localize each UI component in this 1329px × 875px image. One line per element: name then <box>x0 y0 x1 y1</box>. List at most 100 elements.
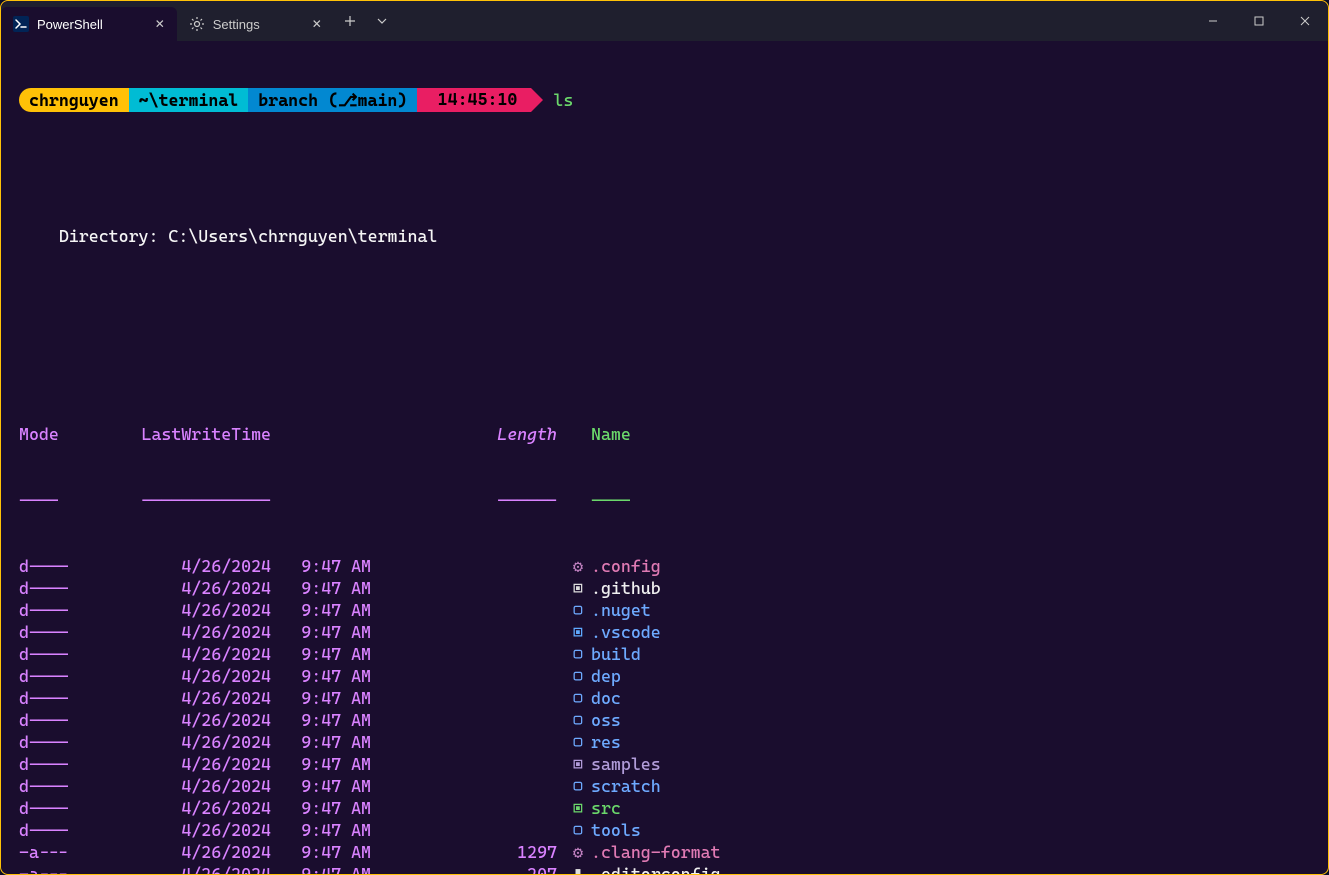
file-length: 207 <box>385 863 565 874</box>
file-mode: d---- <box>19 709 71 731</box>
file-name: .config <box>591 555 661 577</box>
listing-rows: d----4/26/20249:47 AM⚙.configd----4/26/2… <box>1 555 1328 874</box>
prompt-user: chrnguyen <box>19 88 129 112</box>
file-time: 9:47 AM <box>271 819 385 841</box>
file-length <box>385 599 565 621</box>
list-item: d----4/26/20249:47 AM▢build <box>1 643 1328 665</box>
file-mode: d---- <box>19 753 71 775</box>
list-item: d----4/26/20249:47 AM▢oss <box>1 709 1328 731</box>
minimize-button[interactable] <box>1190 5 1236 37</box>
file-name: src <box>591 797 621 819</box>
close-icon[interactable]: ✕ <box>151 15 169 33</box>
file-mode: d---- <box>19 731 71 753</box>
titlebar: PowerShell ✕ Settings ✕ <box>1 1 1328 41</box>
file-time: 9:47 AM <box>271 797 385 819</box>
tab-label: PowerShell <box>37 17 103 32</box>
file-date: 4/26/2024 <box>71 555 271 577</box>
file-type-icon: ▢ <box>565 665 591 687</box>
file-name: tools <box>591 819 641 841</box>
file-mode: d---- <box>19 775 71 797</box>
file-length <box>385 621 565 643</box>
close-window-button[interactable] <box>1282 5 1328 37</box>
file-type-icon: ▣ <box>565 797 591 819</box>
list-item: d----4/26/20249:47 AM▢tools <box>1 819 1328 841</box>
file-type-icon: ▣ <box>565 621 591 643</box>
file-date: 4/26/2024 <box>71 665 271 687</box>
file-length <box>385 775 565 797</box>
file-length <box>385 687 565 709</box>
gear-icon <box>189 16 205 32</box>
prompt-arrow-icon <box>531 88 543 112</box>
file-time: 9:47 AM <box>271 555 385 577</box>
list-item: d----4/26/20249:47 AM▣.vscode <box>1 621 1328 643</box>
file-time: 9:47 AM <box>271 687 385 709</box>
file-name: doc <box>591 687 621 709</box>
file-length <box>385 709 565 731</box>
maximize-button[interactable] <box>1236 5 1282 37</box>
file-date: 4/26/2024 <box>71 731 271 753</box>
file-mode: -a--- <box>19 863 71 874</box>
directory-line: Directory: C:\Users\chrnguyen\terminal <box>1 225 1328 247</box>
powershell-icon <box>13 16 29 32</box>
file-date: 4/26/2024 <box>71 621 271 643</box>
list-item: d----4/26/20249:47 AM ▢doc <box>1 687 1328 709</box>
file-mode: d---- <box>19 555 71 577</box>
list-item: d----4/26/20249:47 AM▢res <box>1 731 1328 753</box>
file-type-icon: ▣ <box>565 577 591 599</box>
tab-settings[interactable]: Settings ✕ <box>177 7 334 41</box>
file-name: .github <box>591 577 661 599</box>
tab-powershell[interactable]: PowerShell ✕ <box>1 7 177 41</box>
prompt-line: chrnguyen ~\terminal branch (⎇main) 14:4… <box>1 87 1328 113</box>
command-text: ls <box>553 89 573 111</box>
file-date: 4/26/2024 <box>71 753 271 775</box>
file-mode: d---- <box>19 577 71 599</box>
file-mode: -a--- <box>19 841 71 863</box>
file-time: 9:47 AM <box>271 753 385 775</box>
file-date: 4/26/2024 <box>71 709 271 731</box>
list-item: d----4/26/20249:47 AM▢.nuget <box>1 599 1328 621</box>
file-type-icon: ▢ <box>565 687 591 709</box>
listing-header: ModeLastWriteTimeLengthName <box>1 423 1328 445</box>
file-mode: d---- <box>19 797 71 819</box>
file-time: 9:47 AM <box>271 863 385 874</box>
file-time: 9:47 AM <box>271 599 385 621</box>
prompt-path: ~\terminal <box>129 88 249 112</box>
file-time: 9:47 AM <box>271 775 385 797</box>
list-item: -a---4/26/20249:47 AM1297⚙.clang-format <box>1 841 1328 863</box>
file-time: 9:47 AM <box>271 665 385 687</box>
file-type-icon: ▣ <box>565 753 591 775</box>
file-length: 1297 <box>385 841 565 863</box>
file-length <box>385 665 565 687</box>
terminal-pane[interactable]: chrnguyen ~\terminal branch (⎇main) 14:4… <box>1 41 1328 874</box>
file-mode: d---- <box>19 599 71 621</box>
file-type-icon: ▢ <box>565 819 591 841</box>
file-name: res <box>591 731 621 753</box>
file-type-icon: ⚙ <box>565 841 591 863</box>
file-type-icon: ▢ <box>565 643 591 665</box>
file-name: dep <box>591 665 621 687</box>
list-item: d----4/26/20249:47 AM▣src <box>1 797 1328 819</box>
file-time: 9:47 AM <box>271 577 385 599</box>
tab-label: Settings <box>213 17 260 32</box>
file-length <box>385 753 565 775</box>
file-mode: d---- <box>19 687 71 709</box>
file-name: build <box>591 643 641 665</box>
file-type-icon: ▢ <box>565 775 591 797</box>
list-item: d----4/26/20249:47 AM▢dep <box>1 665 1328 687</box>
file-date: 4/26/2024 <box>71 687 271 709</box>
file-mode: d---- <box>19 819 71 841</box>
list-item: -a---4/26/20249:47 AM207▮.editorconfig <box>1 863 1328 874</box>
file-length <box>385 643 565 665</box>
close-icon[interactable]: ✕ <box>308 15 326 33</box>
file-date: 4/26/2024 <box>71 775 271 797</box>
terminal-window: PowerShell ✕ Settings ✕ <box>0 0 1329 875</box>
file-length <box>385 797 565 819</box>
file-date: 4/26/2024 <box>71 841 271 863</box>
tab-dropdown-button[interactable] <box>366 5 398 37</box>
prompt-time: 14:45:10 <box>417 88 531 112</box>
new-tab-button[interactable] <box>334 5 366 37</box>
file-date: 4/26/2024 <box>71 577 271 599</box>
file-type-icon: ▮ <box>565 863 591 874</box>
file-length <box>385 819 565 841</box>
file-time: 9:47 AM <box>271 709 385 731</box>
